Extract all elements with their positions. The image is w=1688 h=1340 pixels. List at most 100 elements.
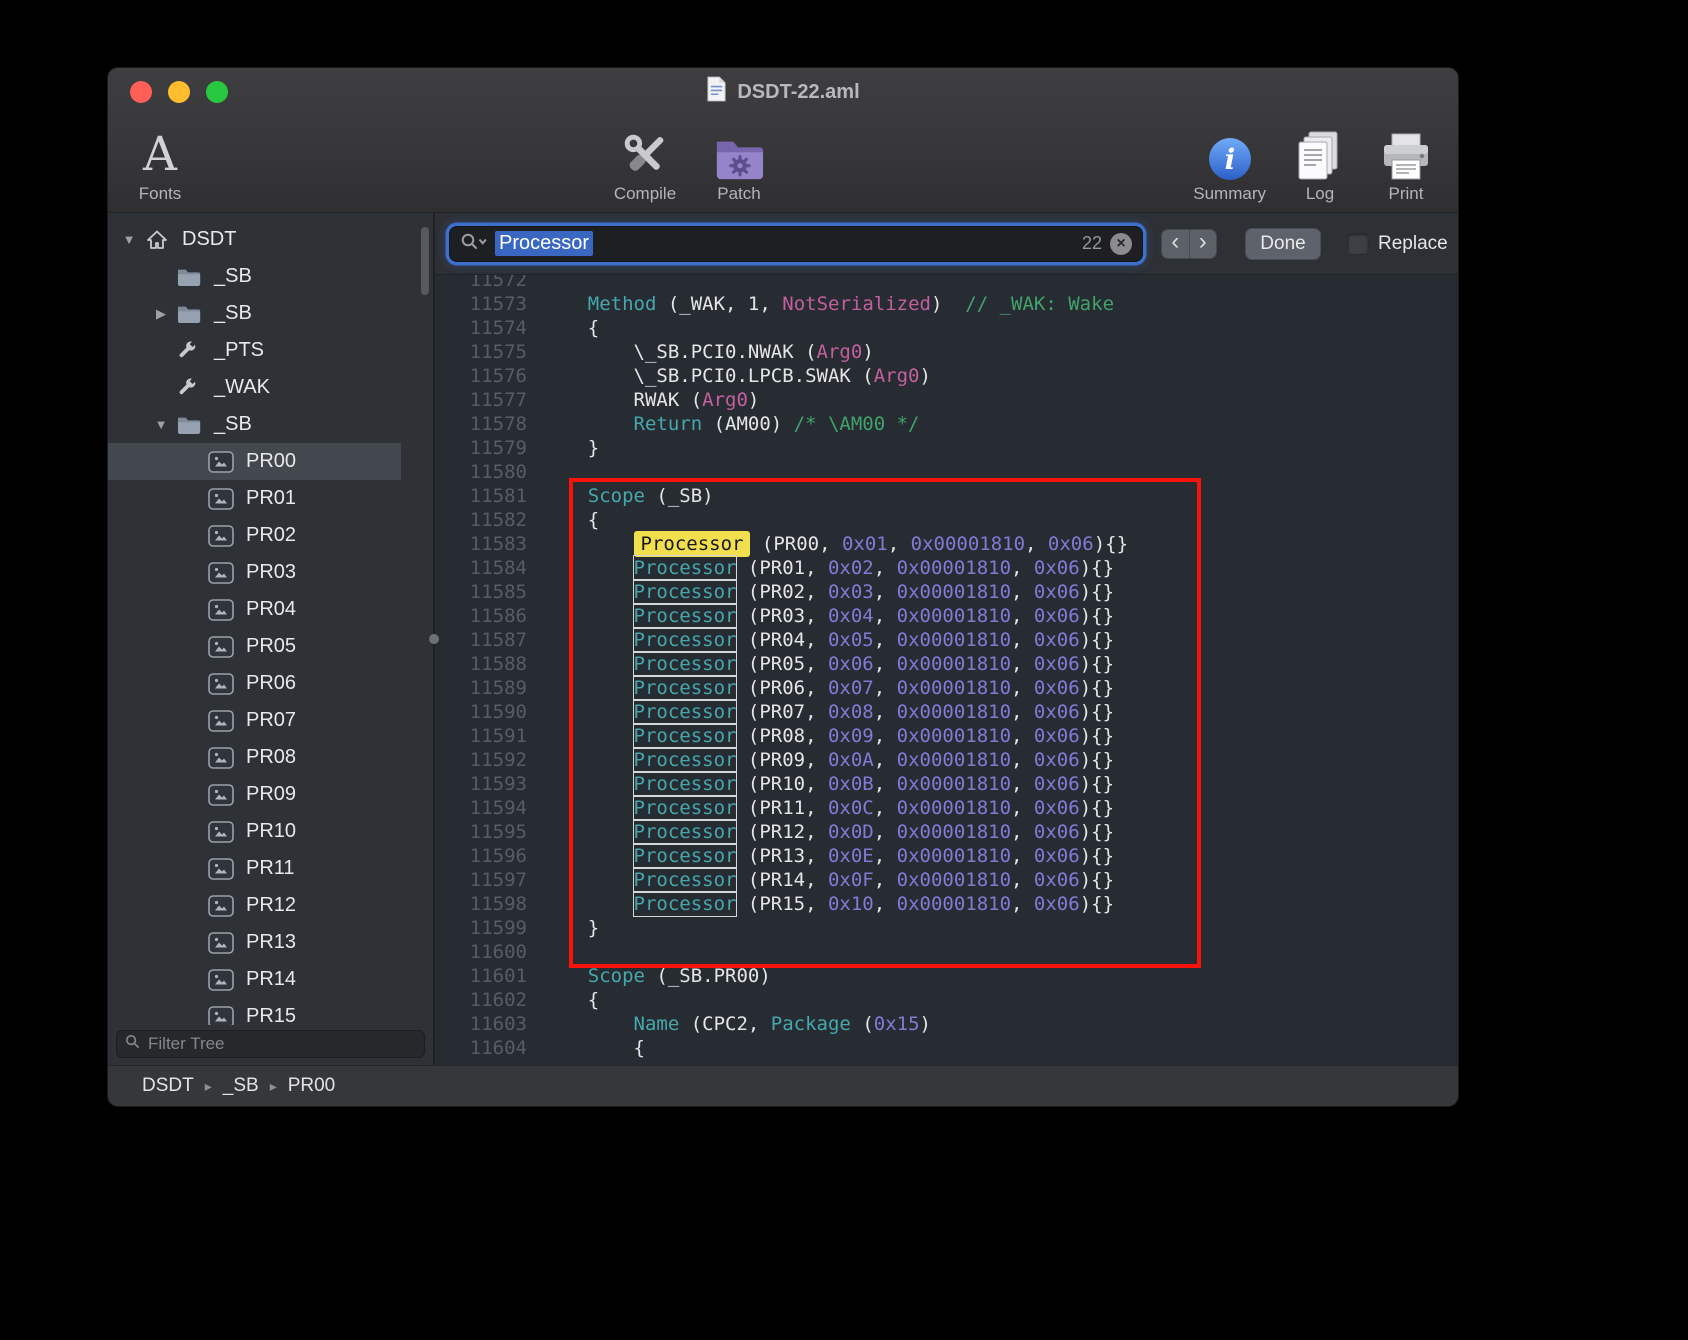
clear-search-button[interactable]: × (1110, 233, 1132, 255)
code-line: 11584 Processor (PR01, 0x02, 0x00001810,… (435, 556, 1458, 580)
line-content: { (527, 508, 599, 532)
line-content: Processor (PR10, 0x0B, 0x00001810, 0x06)… (527, 772, 1114, 796)
line-number: 11591 (435, 724, 527, 748)
sidebar-item-pr14[interactable]: PR14 (108, 961, 401, 998)
sidebar-item-_sb[interactable]: ▼_SB (108, 406, 401, 443)
sidebar-item-pr02[interactable]: PR02 (108, 517, 401, 554)
summary-button[interactable]: i Summary (1193, 118, 1266, 204)
titlebar[interactable]: DSDT-22.aml (108, 68, 1458, 116)
line-number: 11594 (435, 796, 527, 820)
line-number: 11604 (435, 1036, 527, 1060)
patch-button[interactable]: Patch (707, 118, 771, 204)
line-number: 11583 (435, 532, 527, 556)
code-line: 11594 Processor (PR11, 0x0C, 0x00001810,… (435, 796, 1458, 820)
compile-button[interactable]: Compile (613, 118, 677, 204)
sidebar-item-pr05[interactable]: PR05 (108, 628, 401, 665)
chip-icon (208, 451, 242, 473)
breadcrumb-item-_sb[interactable]: _SB (223, 1075, 259, 1097)
line-number: 11573 (435, 292, 527, 316)
find-match: Processor (634, 868, 737, 892)
code-line: 11603 Name (CPC2, Package (0x15) (435, 1012, 1458, 1036)
find-match: Processor (634, 892, 737, 916)
home-icon (144, 228, 178, 252)
splitter-handle[interactable] (429, 634, 439, 644)
sidebar-item-pr08[interactable]: PR08 (108, 739, 401, 776)
breadcrumb: DSDT ▸ _SB ▸ PR00 (142, 1075, 335, 1097)
sidebar-item-_sb[interactable]: ▶_SB (108, 295, 401, 332)
line-number: 11603 (435, 1012, 527, 1036)
line-content: { (527, 316, 599, 340)
filter-field[interactable] (116, 1030, 425, 1058)
sidebar-item-pr03[interactable]: PR03 (108, 554, 401, 591)
find-query-text: Processor (495, 231, 593, 256)
code-line: 11597 Processor (PR14, 0x0F, 0x00001810,… (435, 868, 1458, 892)
sidebar-item-pr06[interactable]: PR06 (108, 665, 401, 702)
window-chrome: DSDT-22.aml A Fonts (108, 68, 1458, 213)
disclosure-open-icon[interactable]: ▼ (146, 417, 176, 432)
find-match: Processor (634, 724, 737, 748)
fonts-label: Fonts (139, 184, 182, 204)
line-content: Processor (PR02, 0x03, 0x00001810, 0x06)… (527, 580, 1114, 604)
line-number: 11574 (435, 316, 527, 340)
next-match-button[interactable]: › (1189, 230, 1217, 258)
breadcrumb-separator-icon: ▸ (205, 1078, 212, 1095)
breadcrumb-separator-icon: ▸ (270, 1078, 277, 1095)
line-content: Processor (PR15, 0x10, 0x00001810, 0x06)… (527, 892, 1114, 916)
disclosure-closed-icon[interactable]: ▶ (146, 306, 176, 322)
line-content: Processor (PR09, 0x0A, 0x00001810, 0x06)… (527, 748, 1114, 772)
find-match: Processor (634, 820, 737, 844)
zoom-window-button[interactable] (206, 81, 228, 103)
find-match: Processor (634, 556, 737, 580)
breadcrumb-item-pr00[interactable]: PR00 (288, 1075, 336, 1097)
fonts-button[interactable]: A Fonts (128, 118, 192, 204)
find-field[interactable]: Processor 22 × (449, 226, 1143, 262)
find-match: Processor (634, 676, 737, 700)
disclosure-open-icon[interactable]: ▼ (114, 232, 144, 247)
minimize-window-button[interactable] (168, 81, 190, 103)
find-match: Processor (634, 772, 737, 796)
tree-item-label: PR02 (246, 524, 296, 547)
sidebar-item-pr00[interactable]: PR00 (108, 443, 401, 480)
editor-pane: Processor 22 × ‹ › Done Replace 11572115… (435, 213, 1458, 1065)
code-line: 11583 Processor (PR00, 0x01, 0x00001810,… (435, 532, 1458, 556)
code-line: 11587 Processor (PR04, 0x05, 0x00001810,… (435, 628, 1458, 652)
previous-match-button[interactable]: ‹ (1162, 230, 1189, 258)
line-content: \_SB.PCI0.NWAK (Arg0) (527, 340, 874, 364)
filter-area (108, 1025, 433, 1065)
summary-label: Summary (1193, 184, 1266, 204)
search-menu-icon[interactable] (460, 232, 487, 255)
code-area[interactable]: 1157211573 Method (_WAK, 1, NotSerialize… (435, 275, 1458, 1065)
sidebar-item-pr12[interactable]: PR12 (108, 887, 401, 924)
line-content: Scope (_SB.PR00) (527, 964, 771, 988)
line-number: 11582 (435, 508, 527, 532)
find-match: Processor (634, 580, 737, 604)
sidebar-item-_wak[interactable]: _WAK (108, 369, 401, 406)
sidebar-item-_pts[interactable]: _PTS (108, 332, 401, 369)
line-number: 11600 (435, 940, 527, 964)
tree-item-label: PR10 (246, 820, 296, 843)
sidebar-item-pr10[interactable]: PR10 (108, 813, 401, 850)
sidebar-item-dsdt[interactable]: ▼DSDT (108, 221, 401, 258)
filter-tree-input[interactable] (146, 1033, 416, 1055)
sidebar-item-pr04[interactable]: PR04 (108, 591, 401, 628)
close-window-button[interactable] (130, 81, 152, 103)
sidebar-item-pr13[interactable]: PR13 (108, 924, 401, 961)
sidebar-item-pr09[interactable]: PR09 (108, 776, 401, 813)
sidebar-item-pr15[interactable]: PR15 (108, 998, 401, 1025)
print-button[interactable]: Print (1374, 118, 1438, 204)
breadcrumb-item-dsdt[interactable]: DSDT (142, 1075, 194, 1097)
line-number: 11586 (435, 604, 527, 628)
chip-icon (208, 673, 242, 695)
replace-checkbox[interactable] (1347, 233, 1369, 255)
replace-option: Replace (1347, 233, 1448, 255)
sidebar-scrollbar[interactable] (421, 227, 429, 295)
log-button[interactable]: Log (1288, 118, 1352, 204)
sidebar-item-_sb[interactable]: _SB (108, 258, 401, 295)
sidebar-item-pr11[interactable]: PR11 (108, 850, 401, 887)
done-button[interactable]: Done (1245, 228, 1321, 260)
chip-icon (208, 562, 242, 584)
method-icon (176, 376, 210, 399)
sidebar-item-pr07[interactable]: PR07 (108, 702, 401, 739)
tree-item-label: _SB (214, 265, 252, 288)
sidebar-item-pr01[interactable]: PR01 (108, 480, 401, 517)
